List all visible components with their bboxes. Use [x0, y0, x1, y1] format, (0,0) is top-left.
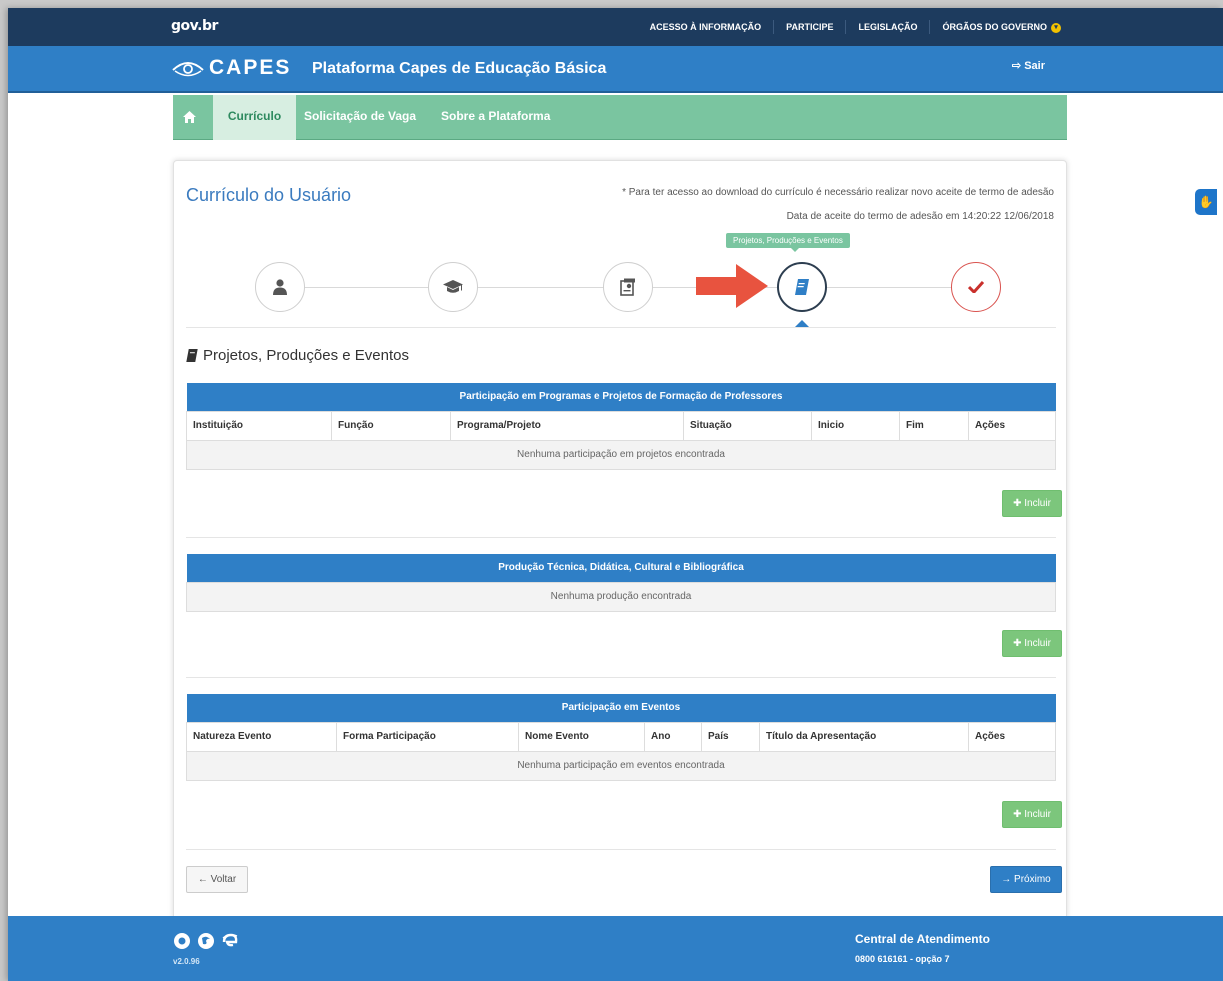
col-acoes: Ações — [968, 721, 1056, 752]
step-confirm[interactable] — [951, 262, 1001, 312]
gov-link-legislacao[interactable]: LEGISLAÇÃO — [846, 20, 931, 34]
voltar-label: Voltar — [210, 874, 237, 885]
download-notice: * Para ter acesso ao download do currícu… — [622, 187, 1054, 198]
divider — [186, 327, 1056, 328]
step-user[interactable] — [255, 262, 305, 312]
gov-link-participe[interactable]: PARTICIPE — [774, 20, 847, 34]
col-titulo: Título da Apresentação — [759, 721, 969, 752]
active-step-caret — [795, 320, 809, 327]
section-title: Projetos, Produções e Eventos — [203, 347, 409, 364]
certificate-icon — [620, 278, 635, 296]
col-ano: Ano — [644, 721, 702, 752]
col-pais: País — [701, 721, 760, 752]
proximo-button[interactable]: → Próximo — [990, 866, 1062, 893]
gov-link-orgaos[interactable]: ÓRGÃOS DO GOVERNO ▾ — [930, 20, 1073, 34]
incluir-label: Incluir — [1024, 809, 1051, 820]
support-phone: 0800 616161 - opção 7 — [855, 954, 950, 964]
logout-button[interactable]: ⇨ Sair — [1012, 59, 1045, 72]
app-title: Plataforma Capes de Educação Básica — [312, 60, 607, 77]
gov-links: ACESSO À INFORMAÇÃO PARTICIPE LEGISLAÇÃO… — [638, 8, 1073, 46]
table-title: Participação em Eventos — [186, 694, 1056, 722]
col-acoes: Ações — [968, 410, 1056, 441]
footer: v2.0.96 Central de Atendimento 0800 6161… — [8, 916, 1223, 981]
table-title: Participação em Programas e Projetos de … — [186, 383, 1056, 411]
col-situacao: Situação — [683, 410, 812, 441]
incluir-label: Incluir — [1024, 638, 1051, 649]
gov-link-acesso[interactable]: ACESSO À INFORMAÇÃO — [638, 20, 775, 34]
step-tooltip: Projetos, Produções e Eventos — [726, 233, 850, 252]
empty-row: Nenhuma participação em eventos encontra… — [186, 750, 1056, 781]
empty-row: Nenhuma participação em projetos encontr… — [186, 439, 1056, 470]
section-heading: Projetos, Produções e Eventos — [186, 347, 409, 364]
logout-label: Sair — [1024, 60, 1045, 72]
user-icon — [273, 279, 287, 295]
nav-sobre-plataforma[interactable]: Sobre a Plataforma — [441, 95, 550, 140]
col-fim: Fim — [899, 410, 969, 441]
eventos-table: Participação em Eventos Natureza Evento … — [186, 694, 1056, 781]
app-header: CAPES Plataforma Capes de Educação Básic… — [8, 46, 1223, 93]
capes-eye-icon — [172, 62, 204, 77]
firefox-icon — [198, 933, 214, 949]
empty-row: Nenhuma produção encontrada — [186, 581, 1056, 612]
incluir-label: Incluir — [1024, 498, 1051, 509]
gov-logo[interactable]: gov.br — [171, 18, 218, 34]
main-nav: Currículo Solicitação de Vaga Sobre a Pl… — [173, 95, 1067, 140]
browser-page: gov.br ACESSO À INFORMAÇÃO PARTICIPE LEG… — [8, 8, 1223, 981]
plus-icon: ✚ — [1013, 498, 1025, 509]
curriculo-card: Currículo do Usuário * Para ter acesso a… — [173, 160, 1067, 920]
divider — [186, 537, 1056, 538]
capes-logo[interactable]: CAPES — [171, 56, 291, 80]
voltar-button[interactable]: ← Voltar — [186, 866, 248, 893]
browser-icons — [173, 932, 239, 950]
graduation-cap-icon — [443, 280, 463, 293]
nav-solicitacao-vaga[interactable]: Solicitação de Vaga — [304, 95, 416, 140]
chrome-icon — [174, 933, 190, 949]
col-programa: Programa/Projeto — [450, 410, 684, 441]
projetos-table: Participação em Programas e Projetos de … — [186, 383, 1056, 470]
gov-bar: gov.br ACESSO À INFORMAÇÃO PARTICIPE LEG… — [8, 8, 1223, 46]
table-header-row: Instituição Função Programa/Projeto Situ… — [186, 410, 1056, 441]
table-header-row: Natureza Evento Forma Participação Nome … — [186, 721, 1056, 752]
plus-icon: ✚ — [1013, 638, 1025, 649]
home-icon[interactable] — [173, 95, 206, 140]
gov-link-orgaos-label: ÓRGÃOS DO GOVERNO — [942, 22, 1047, 32]
step-certificate[interactable] — [603, 262, 653, 312]
incluir-producao-button[interactable]: ✚ Incluir — [1002, 630, 1062, 657]
table-title: Produção Técnica, Didática, Cultural e B… — [186, 554, 1056, 582]
chevron-down-icon: ▾ — [1051, 22, 1061, 33]
producao-table: Produção Técnica, Didática, Cultural e B… — [186, 554, 1056, 612]
check-icon — [968, 281, 984, 293]
col-nome: Nome Evento — [518, 721, 645, 752]
page-title: Currículo do Usuário — [186, 185, 352, 205]
accept-date: Data de aceite do termo de adesão em 14:… — [786, 211, 1054, 222]
col-inicio: Inicio — [811, 410, 900, 441]
incluir-projeto-button[interactable]: ✚ Incluir — [1002, 490, 1062, 517]
internet-explorer-icon — [222, 933, 238, 947]
arrow-left-icon: ← — [197, 874, 211, 885]
vlibras-accessibility-icon[interactable]: ✋ — [1195, 189, 1217, 215]
step-graduation[interactable] — [428, 262, 478, 312]
book-icon — [186, 349, 198, 362]
proximo-label: Próximo — [1014, 874, 1051, 885]
nav-curriculo[interactable]: Currículo — [213, 95, 296, 140]
red-arrow-icon — [696, 264, 768, 308]
col-instituicao: Instituição — [186, 410, 332, 441]
app-version: v2.0.96 — [173, 957, 200, 966]
col-natureza: Natureza Evento — [186, 721, 337, 752]
plus-icon: ✚ — [1013, 809, 1025, 820]
step-book[interactable] — [777, 262, 827, 312]
logout-icon: ⇨ — [1011, 60, 1025, 72]
col-forma: Forma Participação — [336, 721, 519, 752]
book-icon — [795, 279, 809, 295]
divider — [186, 849, 1056, 850]
support-title: Central de Atendimento — [855, 932, 990, 946]
arrow-right-icon: → — [1001, 874, 1015, 885]
capes-brand: CAPES — [209, 56, 292, 79]
incluir-evento-button[interactable]: ✚ Incluir — [1002, 801, 1062, 828]
divider — [186, 677, 1056, 678]
col-funcao: Função — [331, 410, 451, 441]
